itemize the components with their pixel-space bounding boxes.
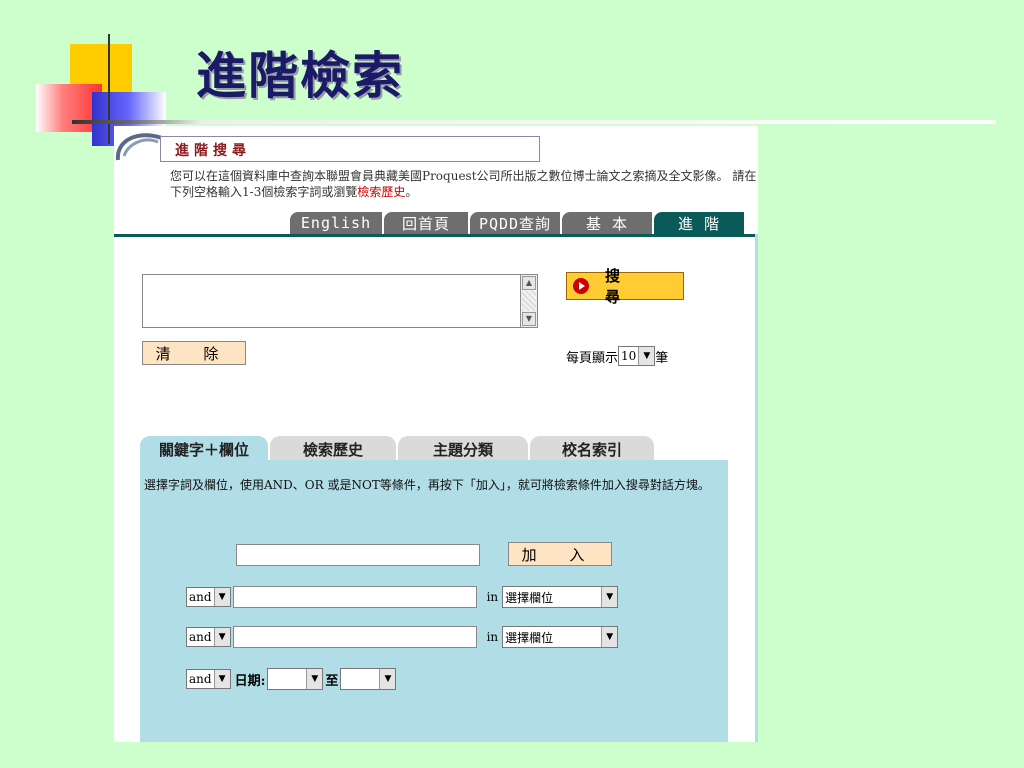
query-scrollbar[interactable]: ▲ ▼ — [520, 274, 538, 328]
date-row: and ▼ 日期: ▼ 至 ▼ — [186, 668, 397, 690]
clear-button[interactable]: 清 除 — [142, 341, 246, 365]
right-border — [755, 234, 758, 742]
scroll-up-icon[interactable]: ▲ — [522, 276, 536, 290]
per-page-select[interactable]: 10 ▼ — [618, 346, 656, 366]
field-select-value: 選擇欄位 — [505, 590, 554, 605]
in-label: in — [486, 630, 499, 644]
per-page-suffix: 筆 — [655, 350, 669, 366]
field-select-1[interactable]: 選擇欄位 ▼ — [502, 586, 619, 608]
date-label: 日期: — [234, 673, 266, 689]
operator-select-1[interactable]: and ▼ — [186, 587, 231, 607]
tab-advanced[interactable]: 進 階 — [654, 212, 744, 234]
per-page-control: 每頁顯示 10 ▼ 筆 — [566, 346, 668, 366]
term-input-2[interactable] — [232, 586, 477, 608]
search-button-label: 搜 尋 — [605, 267, 637, 306]
panel-description: 選擇字詞及欄位，使用AND、OR 或是NOT等條件，再按下「加入」，就可將檢索條… — [144, 478, 710, 492]
embedded-screenshot: 進階搜尋 您可以在這個資料庫中查詢本聯盟會員典藏美國Proquest公司所出版之… — [114, 126, 758, 742]
chevron-down-icon[interactable]: ▼ — [213, 588, 230, 606]
chevron-down-icon[interactable]: ▼ — [601, 587, 618, 607]
header-title: 進階搜尋 — [175, 143, 251, 159]
operator-value: and — [189, 630, 212, 644]
date-to-select[interactable]: ▼ — [340, 668, 397, 690]
deco-vertical-line — [108, 34, 110, 144]
tab-search-history[interactable]: 檢索歷史 — [270, 436, 396, 462]
chevron-down-icon[interactable]: ▼ — [213, 628, 230, 646]
term-input-1[interactable] — [236, 544, 480, 566]
per-page-value: 10 — [621, 349, 637, 363]
history-link[interactable]: 檢索歷史 — [357, 185, 405, 199]
intro-end: 。 — [405, 185, 418, 199]
operator-select-3[interactable]: and ▼ — [186, 669, 231, 689]
tab-underline — [114, 234, 758, 237]
term-row-3: and ▼ in 選擇欄位 ▼ — [186, 626, 619, 648]
lower-tab-bar: 關鍵字＋欄位 檢索歷史 主題分類 校名索引 — [140, 436, 656, 462]
in-label: in — [486, 590, 499, 604]
term-input-3[interactable] — [232, 626, 477, 648]
chevron-down-icon[interactable]: ▼ — [638, 347, 655, 365]
chevron-down-icon[interactable]: ▼ — [601, 627, 618, 647]
slide-title: 進階檢索 — [196, 46, 404, 105]
tab-basic[interactable]: 基 本 — [562, 212, 652, 234]
keyword-panel: 選擇字詞及欄位，使用AND、OR 或是NOT等條件，再按下「加入」，就可將檢索條… — [140, 460, 728, 742]
top-tab-bar: English 回首頁 PQDD查詢 基 本 進 階 — [290, 212, 746, 234]
tab-school-index[interactable]: 校名索引 — [530, 436, 654, 462]
term-row-2: and ▼ in 選擇欄位 ▼ — [186, 586, 619, 608]
term-row-1 — [236, 544, 480, 566]
operator-select-2[interactable]: and ▼ — [186, 627, 231, 647]
query-textarea[interactable] — [142, 274, 538, 328]
operator-value: and — [189, 590, 212, 604]
to-label: 至 — [325, 673, 339, 689]
tab-english[interactable]: English — [290, 212, 382, 234]
deco-horizontal-line — [72, 120, 996, 124]
tab-pqdd-search[interactable]: PQDD查詢 — [470, 212, 560, 234]
chevron-down-icon[interactable]: ▼ — [379, 669, 396, 689]
field-select-value: 選擇欄位 — [505, 630, 554, 645]
chevron-down-icon[interactable]: ▼ — [213, 670, 230, 688]
search-button[interactable]: 搜 尋 — [566, 267, 684, 306]
tab-home[interactable]: 回首頁 — [384, 212, 468, 234]
scroll-down-icon[interactable]: ▼ — [522, 312, 536, 326]
header-box: 進階搜尋 — [160, 136, 540, 162]
chevron-down-icon[interactable]: ▼ — [306, 669, 323, 689]
add-button[interactable]: 加 入 — [508, 542, 612, 566]
intro-body: 您可以在這個資料庫中查詢本聯盟會員典藏美國Proquest公司所出版之數位博士論… — [170, 169, 757, 199]
field-select-2[interactable]: 選擇欄位 ▼ — [502, 626, 619, 648]
per-page-prefix: 每頁顯示 — [566, 350, 619, 366]
tab-subject[interactable]: 主題分類 — [398, 436, 528, 462]
scroll-track[interactable] — [522, 291, 536, 311]
tab-keyword-field[interactable]: 關鍵字＋欄位 — [140, 436, 268, 462]
operator-value: and — [189, 672, 212, 686]
play-icon — [573, 278, 589, 294]
intro-text: 您可以在這個資料庫中查詢本聯盟會員典藏美國Proquest公司所出版之數位博士論… — [170, 168, 758, 200]
date-from-select[interactable]: ▼ — [267, 668, 324, 690]
